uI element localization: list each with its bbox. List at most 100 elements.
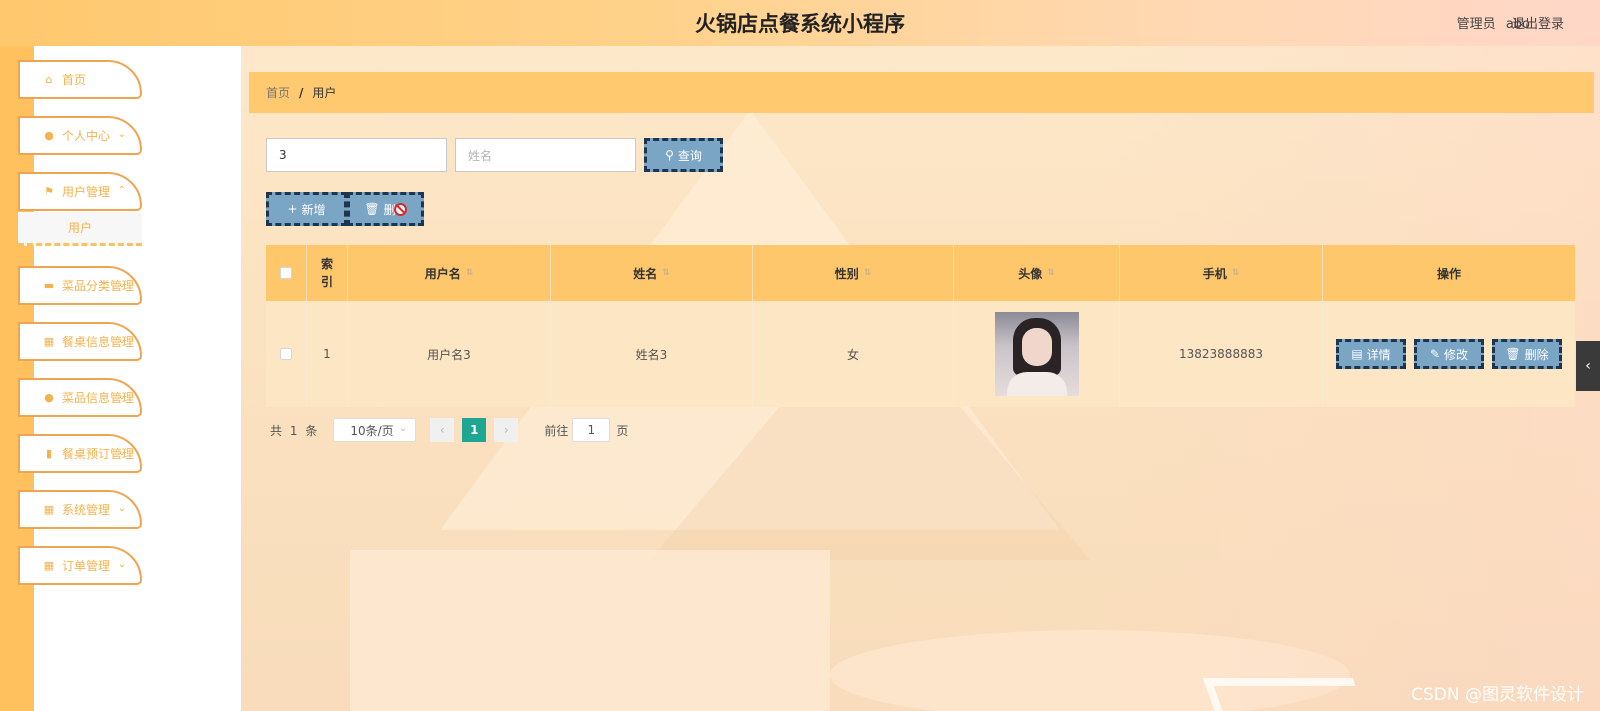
header-name[interactable]: 姓名 ⇅ — [551, 245, 753, 301]
page-size-value: 10条/页 — [350, 423, 394, 438]
table-row: 1 用户名3 姓名3 女 13823888883 ▤ 详情 ✎ 修改 🗑 删除 — [266, 301, 1575, 407]
pagination-total: 共 1 条 — [270, 422, 317, 439]
header-avatar[interactable]: 头像 ⇅ — [954, 245, 1120, 301]
grid-icon: ▦ — [43, 335, 55, 348]
add-button[interactable]: + 新增 — [266, 192, 347, 226]
avatar-body — [1006, 372, 1067, 396]
search-icon: ⚲ — [665, 148, 674, 162]
chevron-down-icon: ⌄ — [117, 447, 126, 458]
add-button-label: 新增 — [301, 202, 326, 217]
sidebar-item-label: 订单管理 — [62, 559, 111, 573]
sort-icon: ⇅ — [1047, 268, 1055, 278]
cell-avatar — [954, 301, 1120, 407]
breadcrumb-home-link[interactable]: 首页 — [266, 84, 290, 101]
sidebar-item-dish-category[interactable]: ▬ 菜品分类管理 ⌄ — [18, 266, 142, 305]
cell-index: 1 — [307, 301, 348, 407]
apps-icon: ▦ — [43, 503, 55, 516]
not-allowed-icon — [393, 202, 407, 216]
page-suffix: 页 — [616, 423, 629, 438]
page-number-button[interactable]: 1 — [462, 418, 487, 442]
row-select-cell — [266, 301, 307, 407]
sidebar-item-orders[interactable]: ▦ 订单管理 ⌄ — [18, 546, 142, 585]
chevron-left-icon: ‹ — [439, 423, 445, 437]
chevron-down-icon: ⌄ — [117, 129, 126, 140]
username-search-value: 3 — [279, 148, 287, 162]
sort-icon: ⇅ — [863, 268, 872, 278]
trash-icon: 🗑 — [1505, 347, 1521, 361]
sidebar-item-system[interactable]: ▦ 系统管理 ⌄ — [18, 490, 142, 529]
cell-actions: ▤ 详情 ✎ 修改 🗑 删除 — [1323, 301, 1575, 407]
watermark: CSDN @图灵软件设计 — [1411, 685, 1584, 705]
goto-label: 前往 — [544, 423, 569, 438]
delete-button[interactable]: 🗑 删除 — [1492, 339, 1562, 369]
pencil-icon: ✎ — [1429, 347, 1441, 361]
total-suffix: 条 — [305, 423, 318, 438]
trash-icon: 🗑 — [364, 202, 380, 216]
sidebar-item-user-management[interactable]: ⚑ 用户管理 ⌃ — [18, 172, 142, 211]
name-search-placeholder: 姓名 — [468, 148, 493, 163]
edit-button[interactable]: ✎ 修改 — [1414, 339, 1484, 369]
chevron-down-icon: ⌄ — [398, 423, 408, 434]
delete-button-label: 删除 — [1524, 347, 1549, 362]
plus-icon: + — [287, 202, 298, 216]
edit-button-label: 修改 — [1444, 347, 1469, 362]
name-search-input[interactable]: 姓名 — [455, 138, 636, 172]
sidebar-item-table-info[interactable]: ▦ 餐桌信息管理 ⌄ — [18, 322, 142, 361]
query-button-label: 查询 — [677, 148, 702, 163]
user-role: 管理员 — [1456, 17, 1496, 32]
location-icon: ● — [44, 391, 54, 404]
app-title: 火锅店点餐系统小程序 — [695, 11, 905, 36]
person-icon: ● — [44, 129, 54, 142]
batch-delete-button[interactable]: 🗑 删 — [347, 192, 424, 226]
sidebar-item-label: 首页 — [62, 73, 87, 87]
background-box — [350, 550, 830, 711]
total-count: 1 — [289, 423, 298, 438]
sort-icon: ⇅ — [662, 268, 670, 278]
total-prefix: 共 — [270, 423, 283, 438]
page-size-select[interactable]: 10条/页 ⌄ — [333, 418, 417, 442]
chevron-up-icon: ⌃ — [117, 185, 126, 196]
header-avatar-label: 头像 — [1018, 266, 1043, 281]
breadcrumb-current: 用户 — [312, 86, 337, 100]
sort-icon: ⇅ — [465, 268, 474, 278]
row-checkbox[interactable] — [280, 348, 292, 360]
header-select-all — [266, 245, 307, 301]
header-phone[interactable]: 手机 ⇅ — [1120, 245, 1323, 301]
logout-button[interactable]: 退出登录 — [1512, 13, 1564, 32]
header-gender-label: 性别 — [834, 266, 859, 281]
apps-icon: ▦ — [43, 559, 55, 572]
header-actions: 操作 — [1436, 266, 1461, 281]
detail-button[interactable]: ▤ 详情 — [1336, 339, 1406, 369]
prev-page-button[interactable]: ‹ — [430, 418, 455, 442]
chevron-down-icon: ⌄ — [117, 503, 126, 514]
username-search-input[interactable]: 3 — [266, 138, 447, 172]
query-button[interactable]: ⚲ 查询 — [644, 138, 723, 172]
sidebar-item-dish-info[interactable]: ● 菜品信息管理 ⌄ — [18, 378, 142, 417]
sidebar-item-table-booking[interactable]: ▮ 餐桌预订管理 ⌄ — [18, 434, 142, 473]
select-all-checkbox[interactable] — [280, 267, 292, 279]
header-username-label: 用户名 — [424, 266, 461, 281]
top-header: 火锅店点餐系统小程序 管理员 abo 退出登录 — [0, 0, 1600, 46]
users-table: 索引 用户名 ⇅ 姓名 ⇅ 性别 ⇅ 头像 ⇅ 手机 ⇅ 操作 1 用户名3 姓… — [266, 245, 1575, 407]
sidebar-subitem-users[interactable]: 用户 — [18, 212, 142, 246]
collapse-panel-button[interactable]: ‹ — [1576, 341, 1600, 391]
chevron-left-icon: ‹ — [1585, 358, 1591, 374]
flag-icon: ⚑ — [44, 185, 54, 198]
header-gender[interactable]: 性别 ⇅ — [753, 245, 954, 301]
cell-gender: 女 — [753, 301, 954, 407]
sidebar-item-personal-center[interactable]: ● 个人中心 ⌄ — [18, 116, 142, 155]
sort-icon: ⇅ — [1231, 268, 1240, 278]
sidebar-item-label: 个人中心 — [62, 129, 111, 143]
sidebar-item-home[interactable]: ⌂ 首页 — [18, 60, 142, 99]
cell-username: 用户名3 — [348, 301, 551, 407]
header-username[interactable]: 用户名 ⇅ — [348, 245, 551, 301]
goto-page-input[interactable]: 1 — [572, 418, 611, 442]
next-page-button[interactable]: › — [494, 418, 519, 442]
chat-icon: ▬ — [43, 279, 55, 292]
chevron-down-icon: ⌄ — [117, 279, 126, 290]
header-name-label: 姓名 — [633, 266, 658, 281]
avatar[interactable] — [994, 312, 1079, 396]
cell-name: 姓名3 — [551, 301, 753, 407]
table-header-row: 索引 用户名 ⇅ 姓名 ⇅ 性别 ⇅ 头像 ⇅ 手机 ⇅ 操作 — [266, 245, 1575, 301]
detail-button-label: 详情 — [1366, 347, 1391, 362]
